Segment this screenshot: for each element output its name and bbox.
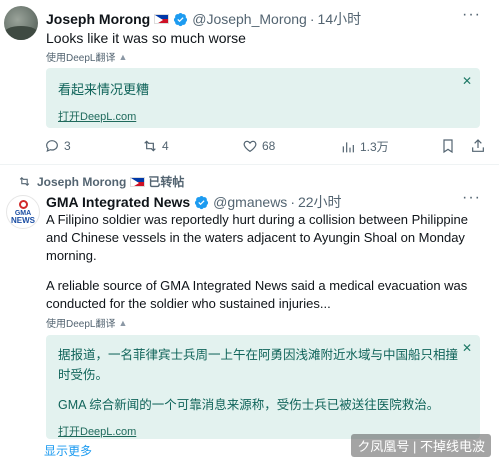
open-deepl-link[interactable]: 打开DeepL.com xyxy=(58,108,136,124)
separator-dot: · xyxy=(309,11,315,27)
author-handle[interactable]: @Joseph_Morong xyxy=(192,11,307,27)
like-button[interactable]: 68 xyxy=(242,138,275,154)
retweet-count: 4 xyxy=(162,139,169,153)
text-line: and Chinese vessels in the waters adjace… xyxy=(46,230,465,245)
translation-line: GMA 综合新闻的一个可靠消息来源称，受伤士兵已被送往医院救治。 xyxy=(58,398,440,412)
more-options-icon[interactable]: ··· xyxy=(462,189,481,207)
philippines-flag-icon xyxy=(130,176,146,187)
tweet-actions: 3 4 68 1.3万 xyxy=(44,138,494,156)
author-name[interactable]: Joseph Morong xyxy=(46,11,150,27)
bookmark-icon xyxy=(443,139,453,154)
bookmark-button[interactable] xyxy=(440,138,456,157)
translate-with-deepl[interactable]: 使用DeepL翻译 ▲ xyxy=(46,315,128,331)
close-icon[interactable]: ✕ xyxy=(462,341,472,355)
open-deepl-link[interactable]: 打开DeepL.com xyxy=(58,423,136,439)
views-button[interactable]: 1.3万 xyxy=(340,138,389,155)
heart-icon xyxy=(243,140,257,153)
tweet-text-paragraph-2: A reliable source of GMA Integrated News… xyxy=(46,277,467,313)
watermark: ク凤凰号 | 不掉线电波 xyxy=(351,434,491,457)
author-handle[interactable]: @gmanews xyxy=(213,194,287,210)
timestamp[interactable]: 14小时 xyxy=(318,9,362,29)
tweet-text-paragraph-1: A Filipino soldier was reportedly hurt d… xyxy=(46,211,468,265)
separator-dot: · xyxy=(290,194,295,210)
share-button[interactable] xyxy=(470,138,486,157)
translation-box: ✕ 看起来情况更糟 打开DeepL.com xyxy=(46,68,480,128)
dropdown-triangle-icon: ▲ xyxy=(118,51,128,62)
tweet-text: Looks like it was so much worse xyxy=(46,30,246,46)
show-more-link[interactable]: 显示更多 xyxy=(44,442,92,459)
repost-indicator: Joseph Morong 已转帖 xyxy=(18,173,184,190)
retweet-icon xyxy=(144,140,156,152)
tweet-joseph-morong[interactable]: Joseph Morong @Joseph_Morong · 14小时 ··· … xyxy=(0,0,499,166)
translation-line: 据报道，一名菲律宾士兵周一上午在阿勇因浅滩附近水域与中国船只相撞 xyxy=(58,348,459,362)
philippines-flag-icon xyxy=(154,14,170,24)
translate-label: 使用DeepL翻译 xyxy=(46,53,116,64)
share-icon xyxy=(472,139,484,152)
avatar[interactable]: GMA NEWS xyxy=(6,195,40,229)
views-icon xyxy=(342,141,354,152)
tweet-gma-integrated-news[interactable]: Joseph Morong 已转帖 GMA NEWS GMA Integrate… xyxy=(0,165,499,469)
translation-text: 看起来情况更糟 xyxy=(58,82,150,97)
translate-label: 使用DeepL翻译 xyxy=(46,319,116,330)
tweet-header: Joseph Morong @Joseph_Morong · 14小时 xyxy=(46,9,361,29)
text-line: morning. xyxy=(46,248,97,263)
view-count: 1.3万 xyxy=(360,140,389,154)
text-line: A Filipino soldier was reportedly hurt d… xyxy=(46,212,469,227)
verified-badge-icon xyxy=(174,12,188,26)
reply-button[interactable]: 3 xyxy=(44,138,71,154)
repost-label: 已转帖 xyxy=(148,175,185,189)
text-line: conducted for the soldier who sustained … xyxy=(46,296,331,311)
reply-icon xyxy=(46,140,58,153)
avatar[interactable] xyxy=(4,6,38,40)
reposter-name[interactable]: Joseph Morong xyxy=(37,175,126,189)
dropdown-triangle-icon: ▲ xyxy=(118,317,128,328)
translation-line: 时受伤。 xyxy=(58,368,109,382)
translation-box: ✕ 据报道，一名菲律宾士兵周一上午在阿勇因浅滩附近水域与中国船只相撞 时受伤。 … xyxy=(46,335,480,439)
retweet-button[interactable]: 4 xyxy=(142,138,169,154)
retweet-icon xyxy=(19,176,30,187)
reply-count: 3 xyxy=(64,139,71,153)
verified-badge-icon xyxy=(195,195,209,209)
gma-logo-text: GMA NEWS xyxy=(11,210,35,225)
tweet-header: GMA Integrated News @gmanews · 22小时 xyxy=(46,192,342,212)
timestamp[interactable]: 22小时 xyxy=(298,192,342,212)
text-line: A reliable source of GMA Integrated News… xyxy=(46,278,468,293)
translate-with-deepl[interactable]: 使用DeepL翻译 ▲ xyxy=(46,49,128,65)
author-name[interactable]: GMA Integrated News xyxy=(46,194,190,210)
like-count: 68 xyxy=(262,139,276,153)
logo-text-bottom: NEWS xyxy=(11,216,35,225)
close-icon[interactable]: ✕ xyxy=(462,74,472,88)
gma-logo-icon xyxy=(18,200,28,209)
more-options-icon[interactable]: ··· xyxy=(462,6,481,24)
